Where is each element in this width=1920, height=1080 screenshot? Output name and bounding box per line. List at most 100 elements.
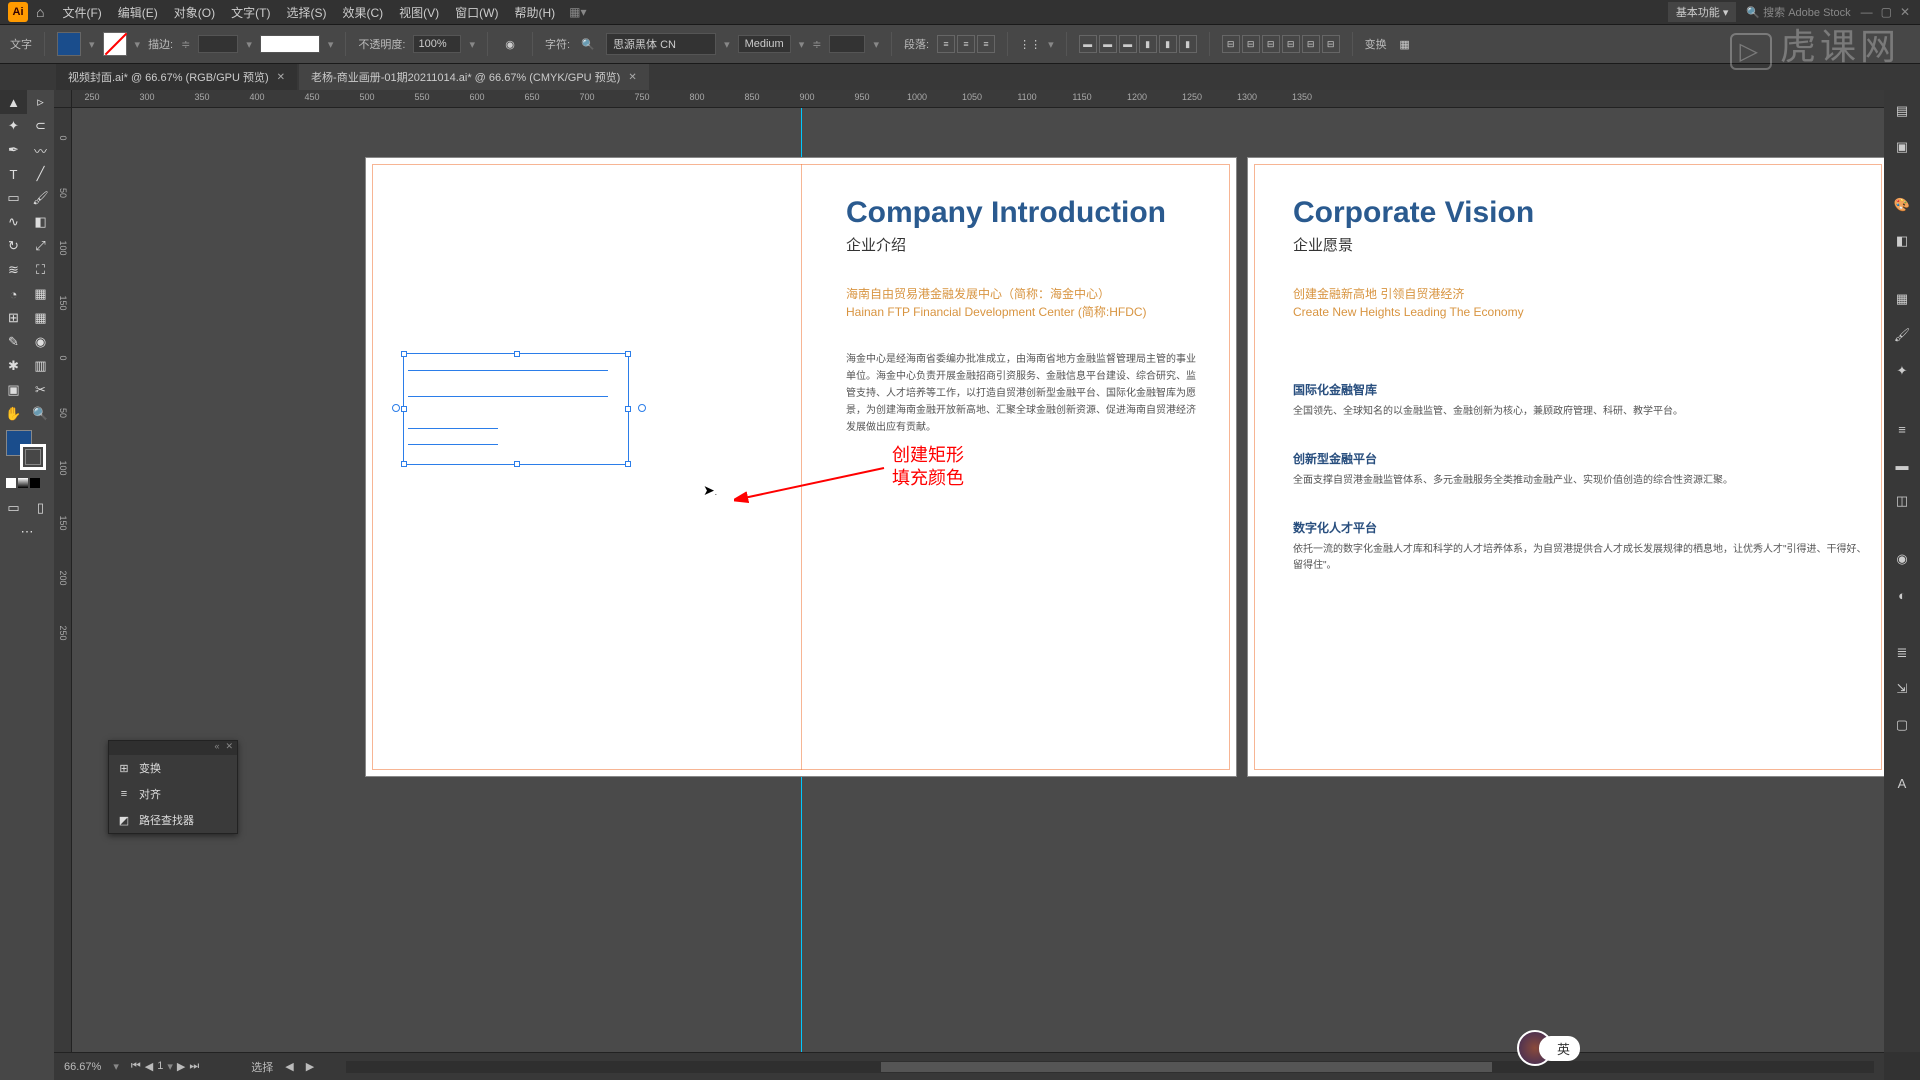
align-left-icon[interactable]: ≡	[937, 35, 955, 53]
workspace-dropdown[interactable]: 基本功能 ▾	[1668, 2, 1737, 22]
color-mode-none[interactable]	[30, 478, 40, 488]
menu-effect[interactable]: 效果(C)	[334, 4, 391, 21]
font-size-input[interactable]	[829, 35, 865, 53]
width-tool[interactable]: ≋	[0, 258, 27, 282]
rotate-tool[interactable]: ↻	[0, 234, 27, 258]
menu-window[interactable]: 窗口(W)	[447, 4, 506, 21]
transform-label[interactable]: 变换	[1365, 36, 1387, 52]
align-center-icon[interactable]: ≡	[957, 35, 975, 53]
gradient-panel-icon[interactable]: ▬	[1889, 452, 1915, 478]
screen-mode-normal[interactable]: ▭	[0, 496, 27, 520]
close-icon[interactable]: ✕	[628, 72, 636, 83]
last-artboard-icon[interactable]: ⏭	[189, 1060, 199, 1073]
artboards-panel-icon[interactable]: ▢	[1889, 712, 1915, 738]
mini-panel-item-align[interactable]: ≡对齐	[109, 781, 237, 807]
stroke-color[interactable]	[20, 444, 46, 470]
direct-selection-tool[interactable]: ▹	[27, 90, 54, 114]
status-nav-prev-icon[interactable]: ◀	[285, 1060, 293, 1073]
mesh-tool[interactable]: ⊞	[0, 306, 27, 330]
stroke-weight-input[interactable]	[198, 35, 238, 53]
properties-panel-icon[interactable]: ▤	[1889, 98, 1915, 124]
libraries-panel-icon[interactable]: ▣	[1889, 134, 1915, 160]
collapse-icon[interactable]: «	[214, 741, 219, 755]
color-mode-solid[interactable]	[6, 478, 16, 488]
blend-tool[interactable]: ◉	[27, 330, 54, 354]
mini-panel-item-pathfinder[interactable]: ◩路径查找器	[109, 807, 237, 833]
menu-select[interactable]: 选择(S)	[278, 4, 334, 21]
ime-language[interactable]: 英	[1539, 1036, 1580, 1061]
selected-rectangle[interactable]	[403, 353, 629, 465]
graphic-styles-panel-icon[interactable]: ◐	[1889, 582, 1915, 608]
line-tool[interactable]: ╱	[27, 162, 54, 186]
asset-export-panel-icon[interactable]: ⇲	[1889, 676, 1915, 702]
screen-mode-full[interactable]: ▯	[27, 496, 54, 520]
mini-panel-item-transform[interactable]: ⊞变换	[109, 755, 237, 781]
status-nav-next-icon[interactable]: ▶	[306, 1060, 314, 1073]
character-panel-icon[interactable]: A	[1889, 770, 1915, 796]
next-artboard-icon[interactable]: ▶	[177, 1060, 185, 1073]
eraser-tool[interactable]: ◧	[27, 210, 54, 234]
perspective-tool[interactable]: ▦	[27, 282, 54, 306]
lasso-tool[interactable]: ⊂	[27, 114, 54, 138]
dist-1[interactable]: ⊟	[1222, 35, 1240, 53]
eyedropper-tool[interactable]: ✎	[0, 330, 27, 354]
color-panel-icon[interactable]: 🎨	[1889, 192, 1915, 218]
menu-overflow-icon[interactable]: ▦▾	[569, 5, 586, 19]
vertical-ruler[interactable]: 0 50 100 150 0 50 100 150 200 250	[54, 108, 72, 1052]
layers-panel-icon[interactable]: ≣	[1889, 640, 1915, 666]
prev-artboard-icon[interactable]: ◀	[145, 1060, 153, 1073]
slice-tool[interactable]: ✂	[27, 378, 54, 402]
shaper-tool[interactable]: ∿	[0, 210, 27, 234]
window-maximize-icon[interactable]: ▢	[1881, 5, 1892, 19]
recolor-icon[interactable]: ◉	[500, 34, 520, 54]
window-close-icon[interactable]: ✕	[1900, 5, 1910, 19]
ruler-origin[interactable]	[54, 90, 72, 108]
selection-tool[interactable]: ▲	[0, 90, 27, 114]
color-mode-gradient[interactable]	[18, 478, 28, 488]
horizontal-ruler[interactable]: 250 300 350 400 450 500 550 600 650 700 …	[72, 90, 1884, 108]
brushes-panel-icon[interactable]: 🖌	[1889, 322, 1915, 348]
search-stock[interactable]: 🔍 搜索 Adobe Stock	[1746, 4, 1850, 20]
document-tab-1[interactable]: 视频封面.ai* @ 66.67% (RGB/GPU 预览) ✕	[56, 64, 297, 90]
transparency-panel-icon[interactable]: ◫	[1889, 488, 1915, 514]
curvature-tool[interactable]: 〰	[27, 138, 54, 162]
gradient-tool[interactable]: ▦	[27, 306, 54, 330]
menu-help[interactable]: 帮助(H)	[506, 4, 563, 21]
dist-2[interactable]: ⊟	[1242, 35, 1260, 53]
font-weight-dropdown[interactable]: Medium	[738, 35, 791, 53]
symbols-panel-icon[interactable]: ✦	[1889, 358, 1915, 384]
menu-view[interactable]: 视图(V)	[391, 4, 447, 21]
rectangle-tool[interactable]: ▭	[0, 186, 27, 210]
dist-5[interactable]: ⊟	[1302, 35, 1320, 53]
horizontal-scrollbar[interactable]	[346, 1061, 1874, 1073]
scale-tool[interactable]: ⤢	[27, 234, 54, 258]
zoom-tool[interactable]: 🔍	[27, 402, 54, 426]
close-icon[interactable]: ✕	[277, 72, 285, 83]
stroke-profile-dropdown[interactable]	[260, 35, 320, 53]
column-graph-tool[interactable]: ▥	[27, 354, 54, 378]
stroke-panel-icon[interactable]: ≡	[1889, 416, 1915, 442]
magic-wand-tool[interactable]: ✦	[0, 114, 27, 138]
home-icon[interactable]: ⌂	[36, 4, 44, 20]
paintbrush-tool[interactable]: 🖌	[27, 186, 54, 210]
hand-tool[interactable]: ✋	[0, 402, 27, 426]
zoom-level[interactable]: 66.67%	[64, 1061, 101, 1073]
fill-swatch[interactable]	[57, 32, 81, 56]
align-obj-6[interactable]: ▮	[1179, 35, 1197, 53]
shape-builder-tool[interactable]: ◔	[0, 282, 27, 306]
align-obj-2[interactable]: ▬	[1099, 35, 1117, 53]
artboard-tool[interactable]: ▣	[0, 378, 27, 402]
canvas-area[interactable]: Company Introduction 企业介绍 海南自由贸易港金融发展中心（…	[72, 108, 1884, 1052]
menu-object[interactable]: 对象(O)	[166, 4, 223, 21]
window-minimize-icon[interactable]: —	[1861, 5, 1873, 19]
menu-type[interactable]: 文字(T)	[223, 4, 278, 21]
ime-indicator[interactable]: 英	[1517, 1030, 1580, 1066]
edit-toolbar[interactable]: ⋯	[0, 520, 54, 544]
pen-tool[interactable]: ✒	[0, 138, 27, 162]
menu-edit[interactable]: 编辑(E)	[110, 4, 166, 21]
mini-panel-header[interactable]: «✕	[109, 741, 237, 755]
document-tab-2[interactable]: 老杨-商业画册-01期20211014.ai* @ 66.67% (CMYK/G…	[299, 64, 649, 90]
close-icon[interactable]: ✕	[225, 741, 233, 755]
appearance-panel-icon[interactable]: ◉	[1889, 546, 1915, 572]
color-guide-panel-icon[interactable]: ◧	[1889, 228, 1915, 254]
